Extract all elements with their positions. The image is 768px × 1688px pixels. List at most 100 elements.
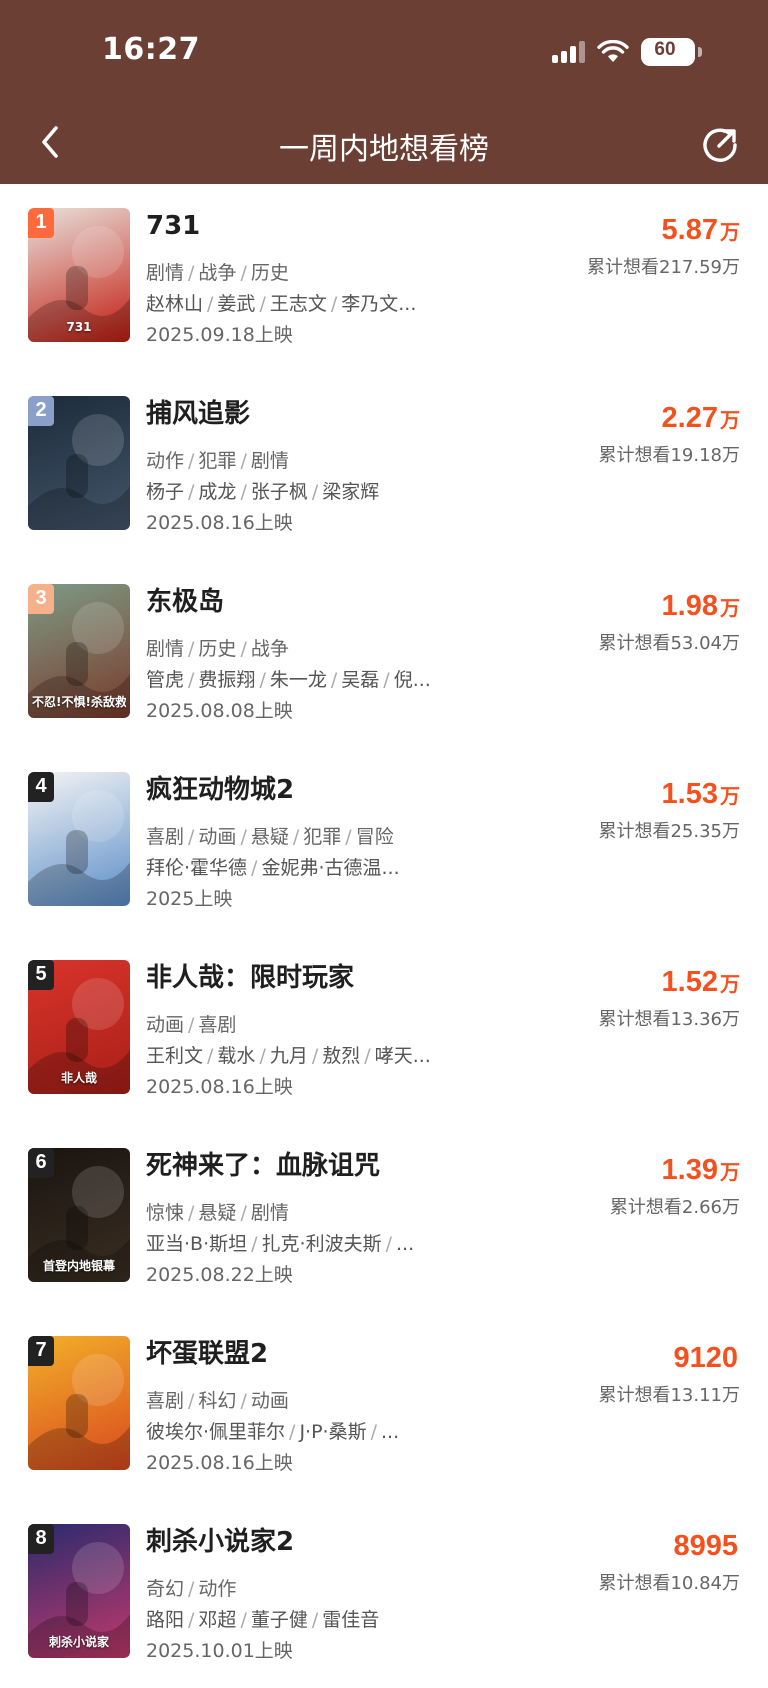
genre-tag: 奇幻	[146, 1578, 185, 1600]
cast-name: ...	[395, 1233, 415, 1255]
genre-tag: 冒险	[355, 826, 394, 848]
want-to-see-stats: 1.98 万 累计想看53.04万	[598, 586, 740, 659]
genre-tag: 喜剧	[146, 1390, 185, 1412]
separator: /	[385, 1233, 392, 1255]
weekly-want-count: 8995	[598, 1526, 740, 1569]
movie-genres: 惊悚 / 悬疑 / 剧情	[146, 1198, 466, 1228]
cast-name: 扎克·利波夫斯	[261, 1233, 382, 1255]
cast-name: 哮天...	[374, 1045, 431, 1067]
genre-tag: 悬疑	[198, 1202, 237, 1224]
cast-name: 管虎	[146, 669, 185, 691]
movie-genres: 剧情 / 战争 / 历史	[146, 258, 466, 288]
movie-info: 疯狂动物城2 喜剧 / 动画 / 悬疑 / 犯罪 / 冒险 拜伦·霍华德 / 金妮弗·古德温... …	[146, 770, 466, 914]
cast-name: 彼埃尔·佩里菲尔	[146, 1421, 286, 1443]
separator: /	[188, 450, 195, 472]
separator: /	[240, 262, 247, 284]
release-date: 2025.08.16上映	[146, 512, 293, 534]
separator: /	[188, 481, 195, 503]
cast-name: 董子健	[250, 1609, 308, 1631]
movie-cast: 杨子 / 成龙 / 张子枫 / 梁家辉	[146, 476, 466, 508]
poster-caption: 731	[66, 320, 92, 334]
cast-name: 费振翔	[198, 669, 256, 691]
movie-info: 731 剧情 / 战争 / 历史 赵林山 / 姜武 / 王志文 / 李乃文... 2025.09.1…	[146, 206, 466, 350]
movie-cast: 路阳 / 邓超 / 董子健 / 雷佳音	[146, 1604, 466, 1636]
movie-cast: 王利文 / 载水 / 九月 / 敖烈 / 哮天...	[146, 1040, 466, 1072]
genre-tag: 历史	[198, 638, 237, 660]
cast-name: 李乃文...	[341, 293, 417, 315]
weekly-want-count: 9120	[598, 1338, 740, 1381]
want-to-see-stats: 2.27 万 累计想看19.18万	[598, 398, 740, 471]
weekly-want-unit: 万	[720, 974, 740, 996]
movie-list-item[interactable]: 非人哉 5 非人哉：限时玩家 动画 / 喜剧 王利文 / 载水 / 九月 / 敖烈 / 哮天... …	[0, 936, 768, 1124]
movie-title: 坏蛋联盟2	[146, 1339, 269, 1369]
genre-tag: 喜剧	[146, 826, 185, 848]
separator: /	[188, 1609, 195, 1631]
movie-title: 东极岛	[146, 587, 225, 617]
want-to-see-stats: 1.39 万 累计想看2.66万	[610, 1150, 740, 1223]
genre-tag: 动作	[198, 1578, 237, 1600]
want-to-see-stats: 5.87 万 累计想看217.59万	[587, 210, 740, 283]
cast-name: 王志文	[269, 293, 327, 315]
rank-badge: 6	[28, 1148, 54, 1178]
separator: /	[311, 481, 319, 503]
movie-poster[interactable]: 2	[28, 396, 130, 530]
rank-badge: 1	[28, 208, 54, 238]
movie-poster[interactable]: 不忍!不惧!杀敌救人! 3	[28, 584, 130, 718]
cast-name: 雷佳音	[322, 1609, 380, 1631]
movie-list-item[interactable]: 刺杀小说家 8 刺杀小说家2 奇幻 / 动作 路阳 / 邓超 / 董子健 / 雷佳音 2025.…	[0, 1500, 768, 1688]
movie-poster[interactable]: 首登内地银幕 6	[28, 1148, 130, 1282]
separator: /	[188, 669, 195, 691]
separator: /	[240, 481, 247, 503]
movie-list-item[interactable]: 7 坏蛋联盟2 喜剧 / 科幻 / 动画 彼埃尔·佩里菲尔 / J·P·桑斯 /... 202…	[0, 1312, 768, 1500]
movie-list-item[interactable]: 2 捕风追影 动作 / 犯罪 / 剧情 杨子 / 成龙 / 张子枫 / 梁家辉 2025.08.16…	[0, 372, 768, 560]
movie-title: 疯狂动物城2	[146, 775, 295, 805]
separator: /	[207, 1045, 214, 1067]
movie-list-item[interactable]: 4 疯狂动物城2 喜剧 / 动画 / 悬疑 / 犯罪 / 冒险 拜伦·霍华德 / 金妮弗·古德温..…	[0, 748, 768, 936]
cumulative-want-count: 累计想看19.18万	[598, 445, 740, 466]
movie-list-item[interactable]: 不忍!不惧!杀敌救人! 3 东极岛 剧情/历史/战争 管虎/费振翔/朱一龙/吴磊…	[0, 560, 768, 748]
movie-list-item[interactable]: 首登内地银幕 6 死神来了：血脉诅咒 惊悚 / 悬疑 / 剧情 亚当·B·斯坦 / 扎克·利…	[0, 1124, 768, 1312]
movie-poster[interactable]: 4	[28, 772, 130, 906]
ranking-list: 731 1 731 剧情 / 战争 / 历史 赵林山 / 姜武 / 王志文 / 李乃文... 202…	[0, 184, 768, 1688]
battery-tip	[698, 47, 702, 57]
movie-cast: 管虎 / 费振翔 / 朱一龙 / 吴磊 / 倪...	[146, 664, 466, 696]
movie-genres: 喜剧 / 动画 / 悬疑 / 犯罪 / 冒险	[146, 822, 466, 852]
weekly-want-value: 1.53	[661, 778, 718, 810]
weekly-want-unit: 万	[720, 786, 740, 808]
weekly-want-unit: 万	[720, 410, 740, 432]
rank-badge: 5	[28, 960, 54, 990]
movie-poster[interactable]: 非人哉 5	[28, 960, 130, 1094]
movie-genres: 奇幻 / 动作	[146, 1574, 466, 1604]
cast-name: 成龙	[198, 481, 237, 503]
movie-poster[interactable]: 刺杀小说家 8	[28, 1524, 130, 1658]
movie-list-item[interactable]: 731 1 731 剧情 / 战争 / 历史 赵林山 / 姜武 / 王志文 / 李乃文... 202…	[0, 184, 768, 372]
genre-tag: 动作	[146, 450, 185, 472]
cumulative-want-count: 累计想看13.36万	[598, 1009, 740, 1030]
cast-name: 九月	[269, 1045, 308, 1067]
separator: /	[188, 1014, 195, 1036]
separator: /	[207, 293, 214, 315]
want-to-see-stats: 9120 累计想看13.11万	[598, 1338, 740, 1411]
genre-tag: 剧情	[250, 450, 289, 472]
genre-tag: 剧情	[250, 1202, 289, 1224]
movie-poster[interactable]: 7	[28, 1336, 130, 1470]
weekly-want-count: 1.39 万	[610, 1150, 740, 1193]
movie-genres: 动画 / 喜剧	[146, 1010, 466, 1040]
release-date: 2025.08.08上映	[146, 700, 293, 722]
rank-badge: 4	[28, 772, 54, 802]
cumulative-want-count: 累计想看10.84万	[598, 1573, 740, 1594]
cast-name: 赵林山	[146, 293, 204, 315]
share-button[interactable]	[702, 126, 740, 164]
separator: /	[364, 1045, 371, 1067]
cast-name: 载水	[217, 1045, 256, 1067]
separator: /	[188, 262, 195, 284]
separator: /	[240, 638, 247, 660]
movie-poster[interactable]: 731 1	[28, 208, 130, 342]
rank-badge: 2	[28, 396, 54, 426]
release-date: 2025.08.22上映	[146, 1264, 293, 1286]
genre-tag: 悬疑	[250, 826, 289, 848]
cast-name: 金妮弗·古德温...	[261, 857, 400, 879]
cast-name: 敖烈	[322, 1045, 361, 1067]
weekly-want-value: 5.87	[661, 214, 718, 246]
separator: /	[289, 1421, 296, 1443]
